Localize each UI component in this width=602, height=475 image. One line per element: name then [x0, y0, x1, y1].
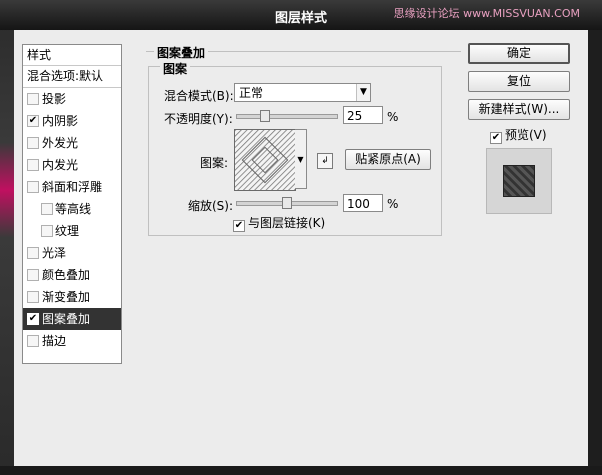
pattern-picker-arrow-icon[interactable]: ▼: [295, 129, 307, 189]
watermark: 思缘设计论坛 www.MISSVUAN.COM: [393, 7, 580, 20]
blend-options-item[interactable]: 混合选项:默认: [23, 66, 121, 88]
pattern-swatch[interactable]: [234, 129, 296, 191]
blend-mode-label: 混合模式(B):: [164, 89, 234, 103]
link-with-layer-checkbox[interactable]: ✔: [233, 220, 245, 232]
scale-unit: %: [387, 197, 399, 211]
group-title: 图案叠加: [154, 44, 209, 61]
link-with-layer-label: 与图层链接(K): [248, 216, 326, 230]
style-item-checkbox[interactable]: [27, 159, 39, 171]
style-item-checkbox[interactable]: [27, 247, 39, 259]
style-item[interactable]: 纹理: [23, 220, 121, 242]
title-bar: 图层样式 思缘设计论坛 www.MISSVUAN.COM: [0, 0, 602, 30]
style-list: 样式 混合选项:默认 投影 ✔ 内阴影 外发光 内发光 斜面和浮雕 等高线 纹理 光泽 颜色叠加渐…: [22, 44, 122, 364]
style-item[interactable]: 渐变叠加: [23, 286, 121, 308]
style-item-label: 纹理: [55, 224, 80, 238]
right-background: [588, 30, 602, 466]
style-items: 投影 ✔ 内阴影 外发光 内发光 斜面和浮雕 等高线 纹理 光泽 颜色叠加 渐变叠加 ✔ 图案叠加 描边: [23, 88, 121, 352]
layer-style-dialog: 样式 混合选项:默认 投影 ✔ 内阴影 外发光 内发光 斜面和浮雕 等高线 纹理 光泽 颜色叠加渐…: [14, 30, 588, 466]
chevron-down-icon: ▼: [356, 84, 370, 101]
style-item-label: 内发光: [42, 158, 79, 172]
blend-mode-select[interactable]: 正常 ▼: [234, 83, 371, 102]
style-item-label: 渐变叠加: [42, 290, 91, 304]
blend-mode-value: 正常: [239, 86, 264, 100]
pattern-label: 图案:: [200, 156, 229, 170]
style-item-label: 斜面和浮雕: [42, 180, 103, 194]
style-item[interactable]: 外发光: [23, 132, 121, 154]
preview-toggle[interactable]: ✔ 预览(V): [490, 126, 547, 144]
style-item[interactable]: ✔ 图案叠加: [23, 308, 121, 330]
opacity-input[interactable]: 25: [343, 106, 383, 124]
style-item-label: 描边: [42, 334, 67, 348]
scale-input[interactable]: 100: [343, 194, 383, 212]
style-item-label: 光泽: [42, 246, 67, 260]
bottom-background: [0, 466, 602, 475]
preview-swatch: [503, 165, 535, 197]
ok-button[interactable]: 确定: [468, 43, 570, 64]
snap-to-origin-button[interactable]: 贴紧原点(A): [345, 149, 431, 170]
style-item-label: 投影: [42, 92, 67, 106]
style-item-checkbox[interactable]: [27, 137, 39, 149]
new-style-button[interactable]: 新建样式(W)...: [468, 99, 570, 120]
subgroup-title: 图案: [160, 60, 191, 77]
style-item-label: 外发光: [42, 136, 79, 150]
background-artwork: [0, 0, 14, 475]
style-item-checkbox[interactable]: ✔: [27, 115, 39, 127]
style-item-checkbox[interactable]: [41, 225, 53, 237]
style-item-checkbox[interactable]: [27, 335, 39, 347]
style-item[interactable]: 等高线: [23, 198, 121, 220]
opacity-label: 不透明度(Y):: [164, 112, 233, 126]
style-item[interactable]: 内发光: [23, 154, 121, 176]
style-item[interactable]: 颜色叠加: [23, 264, 121, 286]
style-item[interactable]: 描边: [23, 330, 121, 352]
opacity-slider-thumb[interactable]: [260, 110, 270, 122]
style-item[interactable]: 斜面和浮雕: [23, 176, 121, 198]
style-item-checkbox[interactable]: [27, 291, 39, 303]
scale-slider[interactable]: [236, 197, 338, 209]
style-item-checkbox[interactable]: ✔: [27, 313, 39, 325]
style-item[interactable]: ✔ 内阴影: [23, 110, 121, 132]
style-item-label: 内阴影: [42, 114, 79, 128]
link-with-layer[interactable]: ✔ 与图层链接(K): [233, 214, 325, 232]
style-item-checkbox[interactable]: [27, 181, 39, 193]
reset-button[interactable]: 复位: [468, 71, 570, 92]
scale-label: 缩放(S):: [188, 199, 234, 213]
style-item-label: 等高线: [55, 202, 92, 216]
opacity-slider[interactable]: [236, 110, 338, 122]
opacity-unit: %: [387, 110, 399, 124]
preview-label: 预览(V): [505, 128, 547, 142]
preview-checkbox[interactable]: ✔: [490, 132, 502, 144]
style-item-checkbox[interactable]: [41, 203, 53, 215]
style-item-label: 图案叠加: [42, 312, 91, 326]
scale-slider-thumb[interactable]: [282, 197, 292, 209]
style-preview-thumbnail: [486, 148, 552, 214]
new-preset-icon[interactable]: ↲: [317, 153, 333, 169]
style-item-checkbox[interactable]: [27, 93, 39, 105]
style-item[interactable]: 光泽: [23, 242, 121, 264]
style-item-checkbox[interactable]: [27, 269, 39, 281]
style-item-label: 颜色叠加: [42, 268, 91, 282]
style-item[interactable]: 投影: [23, 88, 121, 110]
styles-header[interactable]: 样式: [23, 45, 121, 66]
